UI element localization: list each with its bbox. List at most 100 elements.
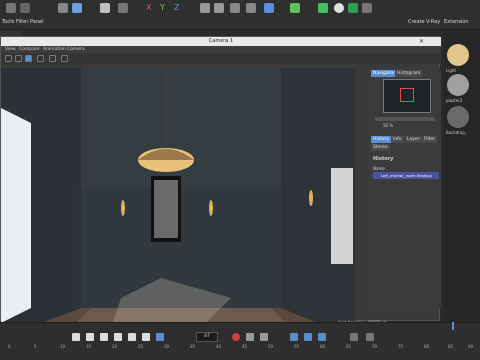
render-window: Camera 1 ✕ View Compare Animation Camera <box>0 36 441 355</box>
rw-menu-view[interactable]: View <box>5 46 16 53</box>
x-axis-icon[interactable]: X <box>146 3 151 12</box>
tick-35: 35 <box>190 344 196 349</box>
tick-70: 70 <box>372 344 378 349</box>
rotate-key-icon[interactable] <box>318 333 326 341</box>
render-side-panel: Navigator Histogram 50 % History Info La… <box>369 68 441 308</box>
next-frame-icon[interactable] <box>128 333 136 341</box>
light-icon[interactable] <box>348 3 358 13</box>
autokey-icon[interactable] <box>246 333 254 341</box>
tool-icon-4[interactable] <box>118 3 128 13</box>
tab-navigator[interactable]: Navigator <box>371 70 398 77</box>
render-region-icon[interactable] <box>246 3 256 13</box>
scale-key-icon[interactable] <box>304 333 312 341</box>
tick-5: 5 <box>34 344 37 349</box>
material-label-plaster: plaster2 <box>446 98 463 103</box>
render-icon[interactable] <box>15 55 22 62</box>
close-icon[interactable]: ✕ <box>419 38 424 45</box>
tab-layer[interactable]: Layer <box>405 136 422 143</box>
move-key-icon[interactable] <box>290 333 298 341</box>
tab-info[interactable]: Info <box>391 136 404 143</box>
material-ball-light[interactable] <box>447 44 469 66</box>
timeline-ruler[interactable]: 0 5 10 15 20 25 30 35 40 45 50 55 60 65 … <box>0 344 480 354</box>
compare-a-icon[interactable] <box>49 55 56 62</box>
render-window-toolbar <box>1 53 441 64</box>
brush-tool-icon[interactable] <box>100 3 110 13</box>
region-icon[interactable] <box>25 55 32 62</box>
history-title: History <box>373 156 394 162</box>
tab-stereo[interactable]: Stereo <box>371 144 390 151</box>
y-axis-icon[interactable]: Y <box>160 3 165 12</box>
tool-icon-1[interactable] <box>6 3 16 13</box>
go-end-icon[interactable] <box>142 333 150 341</box>
navigator-thumbnail[interactable] <box>383 79 431 113</box>
frame-field[interactable]: 87 <box>196 332 218 342</box>
render-viewport[interactable] <box>1 68 355 338</box>
clapper-icon[interactable] <box>200 3 210 13</box>
tick-50: 50 <box>268 344 274 349</box>
tab-filter[interactable]: Filter <box>422 136 438 143</box>
tick-85: 85 <box>448 344 454 349</box>
menu-filter[interactable]: Filter <box>16 19 28 25</box>
tick-65: 65 <box>346 344 352 349</box>
tick-75: 75 <box>398 344 404 349</box>
loop-icon[interactable] <box>156 333 164 341</box>
material-label-backdrop: Backdrop_ <box>446 130 467 135</box>
compare-b-icon[interactable] <box>61 55 68 62</box>
sphere-icon[interactable] <box>334 3 344 13</box>
timeline-settings-icon[interactable] <box>366 333 374 341</box>
navigator-viewbox[interactable] <box>400 88 414 102</box>
tick-55: 55 <box>294 344 300 349</box>
material-ball-backdrop[interactable] <box>447 106 469 128</box>
play-icon[interactable] <box>114 333 122 341</box>
tab-history[interactable]: History <box>371 136 392 143</box>
tick-40: 40 <box>216 344 222 349</box>
tool-icon-3[interactable] <box>58 3 68 13</box>
render-view-icon[interactable] <box>230 3 240 13</box>
menu-panel[interactable]: Panel <box>30 19 44 25</box>
material-ball-plaster[interactable] <box>447 74 469 96</box>
tick-0: 0 <box>8 344 11 349</box>
record-icon[interactable] <box>232 333 240 341</box>
playhead[interactable] <box>452 322 454 330</box>
menu-create[interactable]: Create <box>408 19 425 25</box>
timeline <box>0 322 480 360</box>
zoom-slider[interactable] <box>375 117 435 121</box>
pen-icon[interactable] <box>290 3 300 13</box>
channel-icon[interactable] <box>37 55 44 62</box>
tick-20: 20 <box>112 344 118 349</box>
menu-vray[interactable]: V-Ray <box>426 19 440 25</box>
cube-icon[interactable] <box>264 3 274 13</box>
material-label-light: Light <box>446 68 456 73</box>
menu-tools[interactable]: Tools <box>2 19 14 25</box>
history-item[interactable]: Loft_interior_room-Ready.g <box>373 172 439 179</box>
render-settings-icon[interactable] <box>214 3 224 13</box>
grid-icon[interactable] <box>350 333 358 341</box>
main-toolbar: Tools Filter Panel Create V-Ray Extensio… <box>0 0 480 30</box>
menu-extension[interactable]: Extension <box>444 19 469 25</box>
go-start-icon[interactable] <box>72 333 80 341</box>
tab-histogram[interactable]: Histogram <box>395 70 423 77</box>
tick-80: 80 <box>424 344 430 349</box>
vray-icon[interactable] <box>318 3 328 13</box>
keyframe-icon[interactable] <box>260 333 268 341</box>
rw-menu-camera[interactable]: Camera <box>67 46 85 53</box>
render-window-title: Camera 1 <box>1 37 441 46</box>
prev-frame-icon[interactable] <box>100 333 108 341</box>
stop-render-icon[interactable] <box>5 55 12 62</box>
prev-key-icon[interactable] <box>86 333 94 341</box>
asset-icon[interactable] <box>362 3 372 13</box>
tick-90: 90 <box>468 344 474 349</box>
rw-menu-animation[interactable]: Animation <box>43 46 66 53</box>
tick-15: 15 <box>86 344 92 349</box>
move-tool-icon[interactable] <box>72 3 82 13</box>
z-axis-icon[interactable]: Z <box>174 3 179 12</box>
rw-menu-compare[interactable]: Compare <box>19 46 39 53</box>
render-window-menubar: View Compare Animation Camera <box>1 46 441 53</box>
tool-icon-2[interactable] <box>20 3 30 13</box>
tick-45: 45 <box>242 344 248 349</box>
zoom-value: 50 % <box>383 123 394 128</box>
tick-25: 25 <box>138 344 144 349</box>
tick-60: 60 <box>320 344 326 349</box>
history-col-name: Name <box>373 166 385 171</box>
tick-30: 30 <box>164 344 170 349</box>
